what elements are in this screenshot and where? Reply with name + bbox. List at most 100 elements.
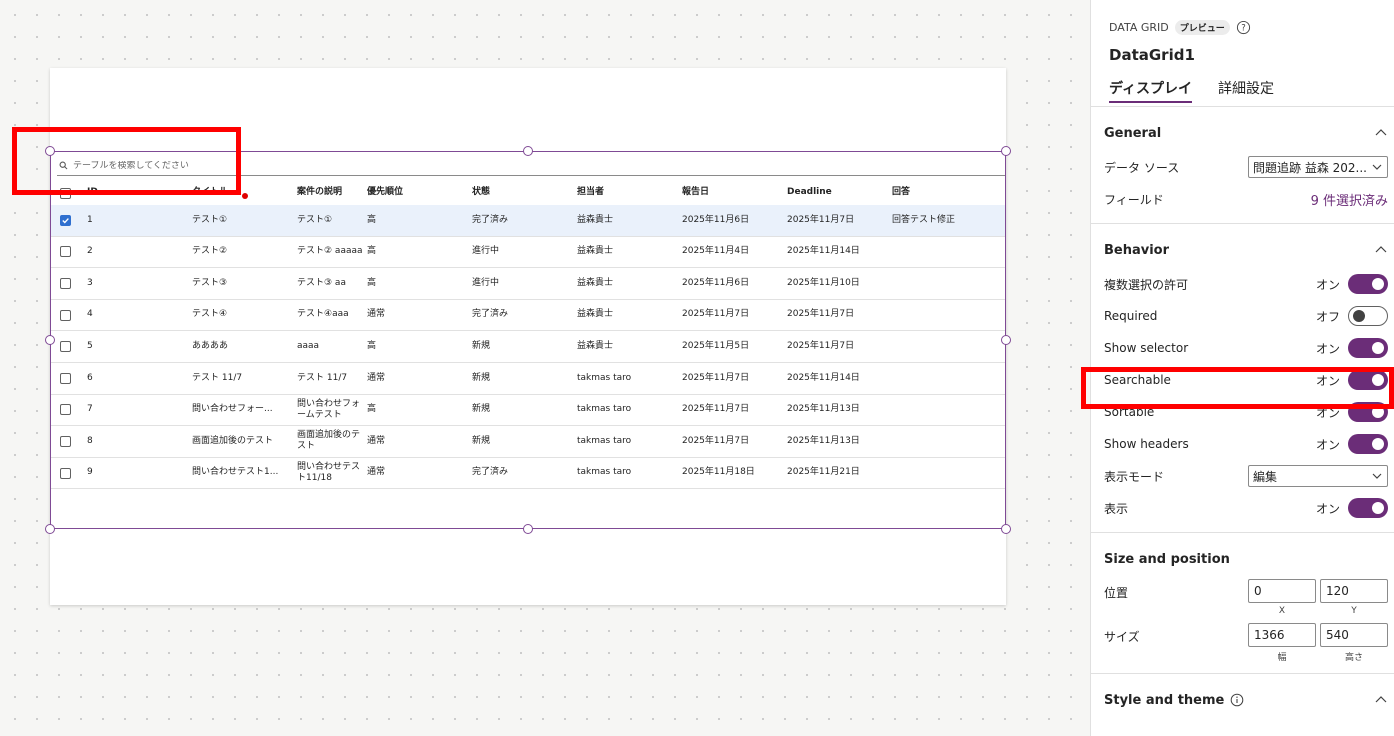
position-y-input[interactable]	[1320, 579, 1388, 603]
resize-handle-top-left[interactable]	[45, 146, 55, 156]
grid-search-bar[interactable]	[57, 156, 1005, 176]
tab-advanced[interactable]: 詳細設定	[1218, 78, 1274, 103]
table-cell: takmas taro	[577, 404, 632, 415]
table-cell: テスト② aaaaa	[297, 246, 363, 257]
section-general-header[interactable]: General	[1104, 115, 1388, 151]
table-cell: 通常	[367, 309, 386, 320]
section-size-position-header[interactable]: Size and position	[1104, 541, 1388, 577]
table-cell: 問い合わせフォームテスト	[297, 398, 361, 420]
table-row[interactable]: 6 テスト 11/7 テスト 11/7 通常 新規 takmas taro 2025年11月…	[51, 363, 1005, 395]
column-header[interactable]: 案件の説明	[297, 181, 363, 205]
row-checkbox[interactable]	[60, 435, 71, 447]
table-cell: テスト①	[192, 214, 228, 225]
table-row[interactable]: 4 テスト④ テスト④aaa 通常 完了済み 益森貴士 2025年11月7日 2025年11月…	[51, 300, 1005, 332]
row-checkbox[interactable]	[60, 467, 71, 479]
search-input[interactable]	[73, 160, 473, 171]
data-source-dropdown[interactable]: 問題追跡 益森 202...	[1248, 156, 1388, 178]
table-cell: 進行中	[472, 246, 500, 257]
row-checkbox[interactable]	[60, 341, 71, 353]
table-row[interactable]: 7 問い合わせフォー... 問い合わせフォームテスト高 新規 takmas taro 20…	[51, 395, 1005, 427]
chevron-up-icon[interactable]	[1374, 243, 1388, 257]
table-row[interactable]: 3 テスト③ テスト③ aa 高 進行中 益森貴士 2025年11月6日 2025年11月10…	[51, 268, 1005, 300]
table-cell: テスト①	[297, 214, 333, 225]
resize-handle-bottom-right[interactable]	[1001, 524, 1011, 534]
column-header[interactable]: ID	[87, 181, 137, 205]
table-cell: 問い合わせテスト11/18	[297, 461, 361, 484]
row-checkbox[interactable]	[60, 246, 71, 258]
prop-size: サイズ 幅 高さ	[1104, 621, 1388, 665]
behavior-toggle[interactable]	[1348, 370, 1388, 390]
column-header[interactable]: 担当者	[577, 181, 677, 205]
table-row[interactable]: 8 画面追加後のテスト 画面追加後のテスト 通常 新規 takmas taro 2025年1…	[51, 426, 1005, 458]
table-cell: 回答テスト修正	[892, 214, 956, 225]
section-behavior-title: Behavior	[1104, 242, 1170, 258]
column-header[interactable]: 報告日	[682, 181, 782, 205]
resize-handle-top-right[interactable]	[1001, 146, 1011, 156]
fields-label: フィールド	[1104, 192, 1164, 207]
column-header[interactable]: Deadline	[787, 181, 887, 205]
table-cell: 5	[87, 341, 93, 352]
resize-handle-bottom[interactable]	[523, 524, 533, 534]
display-mode-dropdown[interactable]: 編集	[1248, 465, 1388, 487]
position-x-input[interactable]	[1248, 579, 1316, 603]
table-cell	[892, 363, 1002, 394]
behavior-item-label: Required	[1104, 309, 1158, 323]
table-cell: 2025年11月7日	[682, 435, 750, 446]
chevron-up-icon[interactable]	[1374, 126, 1388, 140]
resize-handle-right[interactable]	[1001, 335, 1011, 345]
section-behavior-header[interactable]: Behavior	[1104, 232, 1388, 268]
prop-data-source: データ ソース 問題追跡 益森 202...	[1104, 151, 1388, 183]
behavior-item-label: 複数選択の許可	[1104, 277, 1189, 292]
position-y-caption: Y	[1351, 606, 1357, 616]
visible-toggle[interactable]	[1348, 498, 1388, 518]
row-checkbox[interactable]	[60, 277, 71, 289]
help-icon[interactable]: ?	[1236, 20, 1251, 35]
table-row[interactable]: 2 テスト② テスト② aaaaa 高 進行中 益森貴士 2025年11月4日 2025年11…	[51, 237, 1005, 269]
display-mode-label: 表示モード	[1104, 469, 1165, 484]
table-row[interactable]: 1 テスト① テスト① 高 完了済み 益森貴士 2025年11月6日 2025年11月7日 回答…	[51, 205, 1005, 237]
table-cell: 高	[367, 214, 377, 225]
column-header[interactable]: 状態	[472, 181, 572, 205]
row-checkbox[interactable]	[60, 214, 71, 226]
resize-handle-top[interactable]	[523, 146, 533, 156]
table-cell: テスト②	[192, 246, 228, 257]
table-cell: 高	[367, 341, 377, 352]
prop-behavior-item: Show selector オン	[1104, 332, 1388, 364]
behavior-toggle[interactable]	[1348, 338, 1388, 358]
resize-handle-bottom-left[interactable]	[45, 524, 55, 534]
width-input[interactable]	[1248, 623, 1316, 647]
table-cell: 2025年11月14日	[787, 372, 860, 383]
section-style-theme-header[interactable]: Style and theme	[1104, 682, 1388, 718]
behavior-item-state: オン	[1315, 437, 1340, 452]
row-checkbox[interactable]	[60, 372, 71, 384]
table-cell: 2025年11月5日	[682, 341, 750, 352]
table-cell: 2	[87, 246, 93, 257]
behavior-item-label: Sortable	[1104, 405, 1155, 419]
height-input[interactable]	[1320, 623, 1388, 647]
tab-display[interactable]: ディスプレイ	[1109, 78, 1193, 103]
table-cell	[892, 458, 1002, 489]
behavior-toggle[interactable]	[1348, 306, 1388, 326]
behavior-toggle[interactable]	[1348, 434, 1388, 454]
row-checkbox[interactable]	[60, 309, 71, 321]
table-cell: 2025年11月7日	[787, 341, 855, 352]
chevron-up-icon[interactable]	[1374, 693, 1388, 707]
behavior-toggle[interactable]	[1348, 402, 1388, 422]
table-cell: 高	[367, 404, 377, 415]
behavior-toggle[interactable]	[1348, 274, 1388, 294]
table-row[interactable]: 9 問い合わせテスト1... 問い合わせテスト11/18 通常 完了済み takmas t…	[51, 458, 1005, 490]
prop-behavior-item: Show headers オン	[1104, 428, 1388, 460]
column-header[interactable]: 回答	[892, 181, 1002, 205]
fields-link[interactable]: 9 件選択済み	[1311, 190, 1388, 209]
table-row[interactable]: 5 ああああ aaaa 高 新規 益森貴士 2025年11月5日 2025年11月7日	[51, 331, 1005, 363]
table-cell	[892, 395, 1002, 426]
table-cell: テスト③	[192, 277, 228, 288]
row-checkbox[interactable]	[60, 404, 71, 416]
data-grid[interactable]: IDタイトル案件の説明優先順位状態担当者報告日Deadline回答 1 テスト① テ…	[45, 146, 1011, 534]
column-header[interactable]: 優先順位	[367, 181, 467, 205]
select-all-checkbox[interactable]	[60, 187, 71, 199]
behavior-item-state: オン	[1315, 405, 1340, 420]
info-icon[interactable]	[1230, 693, 1244, 707]
prop-display-mode: 表示モード 編集	[1104, 460, 1388, 492]
resize-handle-left[interactable]	[45, 335, 55, 345]
